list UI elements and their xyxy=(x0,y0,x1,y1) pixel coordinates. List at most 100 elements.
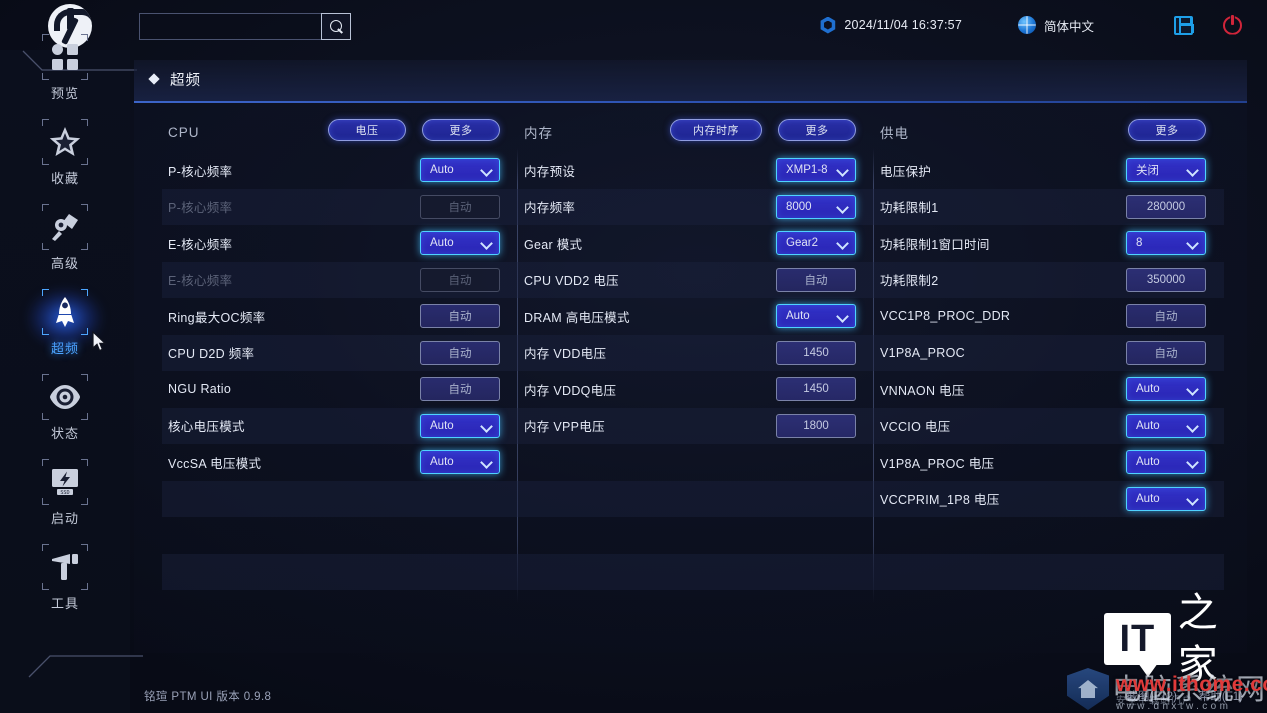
table-row[interactable]: 功耗限制1窗口时间 8 xyxy=(874,225,1224,262)
row-label: 内存 VDDQ电压 xyxy=(524,383,617,398)
table-row[interactable]: VCCIO 电压 Auto xyxy=(874,407,1224,444)
memory-timing-button[interactable]: 内存时序 xyxy=(670,119,762,141)
table-row[interactable]: CPU D2D 频率 自动 xyxy=(162,334,518,371)
v1p8a-proc-value[interactable]: 自动 xyxy=(1126,340,1206,365)
power-button[interactable] xyxy=(1223,14,1242,35)
bios-ui-root: 2024/11/04 16:37:57 简体中文 预览 收藏 高级 超频 状态 … xyxy=(0,0,1267,713)
power-limit-2-input[interactable]: 350000 xyxy=(1126,267,1206,292)
dram-high-voltage-mode-dropdown[interactable]: Auto xyxy=(776,304,856,328)
row-label: E-核心频率 xyxy=(168,274,233,289)
sidebar-item-label: 收藏 xyxy=(50,170,79,186)
row-label: NGU Ratio xyxy=(168,382,232,397)
table-row[interactable]: VccSA 电压模式 Auto xyxy=(162,444,518,481)
cpu-e-core-freq-dropdown[interactable]: Auto xyxy=(420,231,500,255)
table-row[interactable]: VCCPRIM_1P8 电压 Auto xyxy=(874,480,1224,517)
chevron-down-icon xyxy=(482,421,491,430)
table-row[interactable]: VCC1P8_PROC_DDR 自动 xyxy=(874,298,1224,335)
cpu-ring-max-oc-value[interactable]: 自动 xyxy=(420,304,500,328)
v1p8a-proc-voltage-dropdown[interactable]: Auto xyxy=(1126,450,1206,474)
column-cpu: CPU 电压 更多 P-核心频率 Auto P-核心频率 自动 E-核心频率 Auto… xyxy=(162,112,518,652)
language-selector[interactable]: 简体中文 xyxy=(1017,16,1094,35)
table-row-empty xyxy=(162,480,518,517)
search-input-field[interactable] xyxy=(140,14,350,39)
row-label: 内存预设 xyxy=(524,164,576,179)
chevron-down-icon xyxy=(482,457,491,466)
row-label: P-核心频率 xyxy=(168,201,233,216)
cpu-e-core-freq-value: 自动 xyxy=(420,267,500,292)
cpu-d2d-freq-value[interactable]: 自动 xyxy=(420,340,500,365)
cpu-vdd2-voltage-value[interactable]: 自动 xyxy=(776,267,856,292)
sidebar-item-tools[interactable]: 工具 xyxy=(0,536,130,621)
table-row[interactable]: VNNAON 电压 Auto xyxy=(874,371,1224,408)
table-row[interactable]: 内存 VDDQ电压 1450 xyxy=(518,371,874,408)
power-limit-1-window-dropdown[interactable]: 8 xyxy=(1126,231,1206,255)
save-button[interactable] xyxy=(1174,15,1194,35)
hex-gear-icon[interactable] xyxy=(820,16,836,34)
table-row[interactable]: 核心电压模式 Auto xyxy=(162,407,518,444)
sidebar-item-overclock[interactable]: 超频 xyxy=(0,281,130,366)
sidebar-item-label: 预览 xyxy=(50,85,79,101)
table-row[interactable]: P-核心频率 Auto xyxy=(162,152,518,189)
vccprim-1p8-voltage-dropdown[interactable]: Auto xyxy=(1126,486,1206,511)
table-row[interactable]: 电压保护 关闭 xyxy=(874,152,1224,189)
chevron-down-icon xyxy=(1188,421,1197,430)
sidebar-item-favorites[interactable]: 收藏 xyxy=(0,111,130,196)
cpu-core-voltage-mode-dropdown[interactable]: Auto xyxy=(420,413,500,438)
vcc1p8-proc-ddr-value[interactable]: 自动 xyxy=(1126,304,1206,328)
memory-profile-dropdown[interactable]: XMP1-8 xyxy=(776,158,856,182)
voltage-protection-dropdown[interactable]: 关闭 xyxy=(1126,158,1206,182)
power-more-button[interactable]: 更多 xyxy=(1128,119,1206,141)
table-row[interactable]: V1P8A_PROC 电压 Auto xyxy=(874,444,1224,481)
memory-frequency-dropdown[interactable]: 8000 xyxy=(776,194,856,219)
cpu-more-button[interactable]: 更多 xyxy=(422,119,500,141)
datetime-text: 2024/11/04 16:37:57 xyxy=(844,18,962,32)
table-row[interactable]: Gear 模式 Gear2 xyxy=(518,225,874,262)
chevron-down-icon xyxy=(838,238,847,247)
power-limit-1-input[interactable]: 280000 xyxy=(1126,194,1206,219)
table-row[interactable]: 功耗限制2 350000 xyxy=(874,261,1224,298)
table-row[interactable]: DRAM 高电压模式 Auto xyxy=(518,298,874,335)
sidebar-item-status[interactable]: 状态 xyxy=(0,366,130,451)
memory-vddq-voltage-input[interactable]: 1450 xyxy=(776,377,856,401)
table-row[interactable]: 内存 VPP电压 1800 xyxy=(518,407,874,444)
language-label: 简体中文 xyxy=(1043,19,1094,34)
tab-overclock[interactable]: 超频 xyxy=(170,69,201,90)
table-row-empty xyxy=(518,517,874,554)
sidebar-item-advanced[interactable]: 高级 xyxy=(0,196,130,281)
table-row[interactable]: CPU VDD2 电压 自动 xyxy=(518,261,874,298)
table-row[interactable]: 内存 VDD电压 1450 xyxy=(518,334,874,371)
chevron-down-icon xyxy=(838,165,847,174)
memory-vpp-voltage-input[interactable]: 1800 xyxy=(776,413,856,438)
table-row[interactable]: NGU Ratio 自动 xyxy=(162,371,518,408)
table-row[interactable]: 内存频率 8000 xyxy=(518,188,874,225)
vnnaon-voltage-dropdown[interactable]: Auto xyxy=(1126,377,1206,401)
eye-target-icon xyxy=(42,373,88,420)
table-row[interactable]: 内存预设 XMP1-8 xyxy=(518,152,874,189)
header-right-cluster: 2024/11/04 16:37:57 简体中文 xyxy=(819,0,1267,50)
cpu-voltage-button[interactable]: 电压 xyxy=(328,119,406,141)
cpu-p-core-freq-dropdown[interactable]: Auto xyxy=(420,158,500,182)
table-row[interactable]: 功耗限制1 280000 xyxy=(874,188,1224,225)
search-button[interactable] xyxy=(321,13,351,40)
table-row-empty xyxy=(518,480,874,517)
vccio-voltage-dropdown[interactable]: Auto xyxy=(1126,413,1206,438)
column-header-cpu: CPU 电压 更多 xyxy=(162,112,518,152)
star-icon xyxy=(42,118,88,165)
memory-gear-mode-dropdown[interactable]: Gear2 xyxy=(776,231,856,255)
table-row-empty xyxy=(162,517,518,554)
sidebar-item-boot[interactable]: SSD 启动 xyxy=(0,451,130,536)
cpu-vccsa-voltage-mode-dropdown[interactable]: Auto xyxy=(420,450,500,474)
table-row[interactable]: V1P8A_PROC 自动 xyxy=(874,334,1224,371)
cpu-ngu-ratio-value[interactable]: 自动 xyxy=(420,377,500,401)
ithome-watermark: IT 之家 xyxy=(1104,590,1252,688)
sidebar-item-preview[interactable]: 预览 xyxy=(0,26,130,111)
ctl-value: 关闭 xyxy=(1136,165,1159,177)
rows-power: 电压保护 关闭 功耗限制1 280000 功耗限制1窗口时间 8 功耗限制2 35000… xyxy=(874,152,1224,590)
memory-more-button[interactable]: 更多 xyxy=(778,119,856,141)
memory-vdd-voltage-input[interactable]: 1450 xyxy=(776,340,856,365)
ctl-value: Auto xyxy=(430,456,454,468)
search-input[interactable] xyxy=(139,13,351,40)
ctl-value: 8000 xyxy=(786,200,812,213)
table-row[interactable]: Ring最大OC频率 自动 xyxy=(162,298,518,335)
table-row[interactable]: E-核心频率 Auto xyxy=(162,225,518,262)
